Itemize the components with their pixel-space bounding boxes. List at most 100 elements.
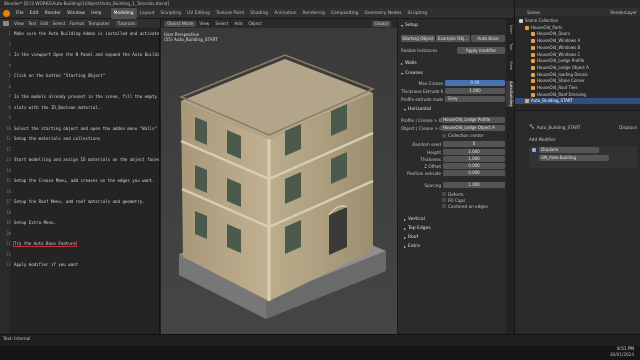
tab-sculpting[interactable]: Sculpting (157, 8, 184, 19)
text-line[interactable]: 20 (2, 231, 159, 237)
text-line[interactable]: 17 Setup the Roof Menu, add roof material… (2, 199, 159, 205)
te-menu-view[interactable]: View (12, 21, 26, 26)
walls-section[interactable]: ▸ Walls (401, 61, 417, 66)
tab-rendering[interactable]: Rendering (299, 8, 327, 19)
modifier-tab-label[interactable]: Displace (619, 125, 637, 130)
text-line[interactable]: 7 In the models already present in the sc… (2, 94, 159, 100)
vp-menu-view[interactable]: View (196, 21, 212, 26)
menu-render[interactable]: Render (42, 8, 64, 19)
te-menu-select[interactable]: Select (51, 21, 68, 26)
tab-shading[interactable]: Shading (247, 8, 271, 19)
tab-layout[interactable]: Layout (137, 8, 158, 19)
zoffset-field[interactable]: 0.000 (443, 163, 505, 169)
setup-header[interactable]: ▾ Setup (401, 23, 418, 28)
checkbox[interactable] (442, 192, 446, 196)
height-field[interactable]: 1.000 (443, 149, 505, 155)
realize-instances-label[interactable]: Realize Instances (401, 48, 457, 53)
menu-help[interactable]: Help (88, 8, 104, 19)
text-line[interactable]: 18 (2, 210, 159, 216)
auto-base-button[interactable]: Auto Base (471, 35, 505, 42)
blender-logo-icon[interactable] (3, 9, 10, 17)
menu-window[interactable]: Window (64, 8, 88, 19)
scene-selector[interactable]: Scene (527, 10, 610, 15)
tab-uv-editing[interactable]: UV Editing (184, 8, 213, 19)
checkbox[interactable] (442, 204, 446, 208)
vp-menu-add[interactable]: Add (231, 21, 245, 26)
outliner-item[interactable]: Auto_Building_START (515, 98, 640, 105)
tab-view[interactable]: View (506, 61, 514, 70)
outliner-item[interactable]: HouseOld_Parts (515, 25, 640, 31)
thickness-extrude-field[interactable]: 1.000 (445, 88, 505, 94)
outliner-item[interactable]: HouseOld_Windows B (515, 45, 640, 51)
tab-item[interactable]: Item (506, 25, 514, 34)
text-line[interactable]: 3 In the viewport Open the N Panel and ex… (2, 52, 159, 58)
extra-section[interactable]: ▸ Extra (404, 242, 431, 251)
text-line[interactable]: 21 Try the Auto Base Feature (2, 241, 159, 247)
top-edges-section[interactable]: ▸ Top Edges (404, 224, 431, 233)
te-menu-templates[interactable]: Templates (86, 21, 111, 26)
text-line[interactable]: 8 slots with the ID_Boolean material. (2, 105, 159, 111)
tab-modeling[interactable]: Modeling (110, 7, 137, 19)
text-line[interactable]: 11 Setup the materials and collections (2, 136, 159, 142)
tab-tool[interactable]: Tool (506, 43, 514, 50)
outliner-item[interactable]: HouseOld_Stone Corner (515, 78, 640, 84)
outliner-item[interactable]: HouseOld_Ledge Object A (515, 65, 640, 71)
spacing-field[interactable]: 1.000 (443, 182, 505, 188)
outliner-item[interactable]: HouseOld_Roof Dressing (515, 92, 640, 98)
random-seed-field[interactable]: 0 (443, 141, 505, 147)
text-line[interactable]: 10 Select the starting object and open th… (2, 126, 159, 132)
mode-selector[interactable]: Object Mode (164, 20, 197, 27)
text-editor-icon[interactable] (3, 21, 9, 26)
thickness-field[interactable]: 1.000 (443, 156, 505, 162)
checkbox[interactable] (442, 198, 446, 202)
view-layer-selector[interactable]: RenderLayer (610, 10, 637, 15)
collection-center-row[interactable]: Collection center (442, 133, 484, 138)
tab-compositing[interactable]: Compositing (328, 8, 362, 19)
position-extrude-field[interactable]: 0.000 (443, 170, 505, 176)
text-line[interactable]: 1 Make sure the Auto Building Addon is in… (2, 31, 159, 37)
text-datablock-field[interactable]: Tutorials (114, 20, 139, 27)
add-modifier-dropdown[interactable]: Add Modifier (529, 137, 555, 142)
tab-geometry-nodes[interactable]: Geometry Nodes (361, 8, 404, 19)
text-line[interactable]: 19 Setup Extra Menu. (2, 220, 159, 226)
outliner-item[interactable]: HouseOld_loading Decals (515, 72, 640, 78)
example-object-button[interactable]: Example Obj... (436, 35, 470, 42)
text-line[interactable]: 14 (2, 168, 159, 174)
checkbox[interactable] (442, 133, 446, 138)
modifier-name-field[interactable]: Displace (539, 147, 599, 153)
text-line[interactable]: 2 (2, 42, 159, 48)
horizontal-section[interactable]: ▾ Horizontal (404, 107, 431, 112)
profile-crease-field[interactable]: HouseOld_Ledge Profile (441, 117, 505, 123)
node-group-field[interactable]: GN_Auto-Building (539, 155, 609, 161)
creases-section[interactable]: ▾ Creases (401, 71, 423, 76)
3d-viewport[interactable]: Object Mode View Select Add Object Globa… (161, 19, 397, 334)
starting-object-button[interactable]: Starting Object (401, 35, 435, 42)
text-line[interactable]: 13 Start modelling and assign ID material… (2, 157, 159, 163)
apply-modifier-button[interactable]: Apply modifier (457, 47, 505, 54)
te-menu-edit[interactable]: Edit (38, 21, 50, 26)
outliner-item[interactable]: HouseOld_Windows A (515, 38, 640, 44)
vp-menu-object[interactable]: Object (245, 21, 265, 26)
te-menu-text[interactable]: Text (26, 21, 38, 26)
tab-auto-building[interactable]: Auto-Building (506, 81, 514, 107)
outliner-item[interactable]: HouseOld_Windows C (515, 52, 640, 58)
tab-scripting[interactable]: Scripting (404, 8, 430, 19)
text-line[interactable]: 5 Click on the button "Starting Object" (2, 73, 159, 79)
text-line[interactable]: 22 (2, 252, 159, 258)
tab-texture-paint[interactable]: Texture Paint (213, 8, 247, 19)
outliner-item[interactable]: HouseOld_Ledge Profile (515, 58, 640, 64)
tab-animation[interactable]: Animation (271, 8, 299, 19)
vp-menu-select[interactable]: Select (212, 21, 231, 26)
text-line[interactable]: 16 (2, 189, 159, 195)
object-crease-field[interactable]: HouseOld_Ledge Object A (441, 125, 505, 131)
vertical-section[interactable]: ▸ Vertical (404, 215, 431, 224)
text-line[interactable]: 9 (2, 115, 159, 121)
menu-file[interactable]: File (13, 8, 27, 19)
text-line[interactable]: 15 Setup the Crease Menu, add creases on … (2, 178, 159, 184)
text-line[interactable]: 23 Apply modifier if you want (2, 262, 159, 268)
outliner-item[interactable]: HouseOld_Roof Tiles (515, 85, 640, 91)
outliner-item[interactable]: Scene Collection (515, 18, 640, 24)
te-menu-format[interactable]: Format (67, 21, 86, 26)
text-line[interactable]: 4 (2, 63, 159, 69)
centered-row[interactable]: Centered on edges (442, 203, 488, 209)
